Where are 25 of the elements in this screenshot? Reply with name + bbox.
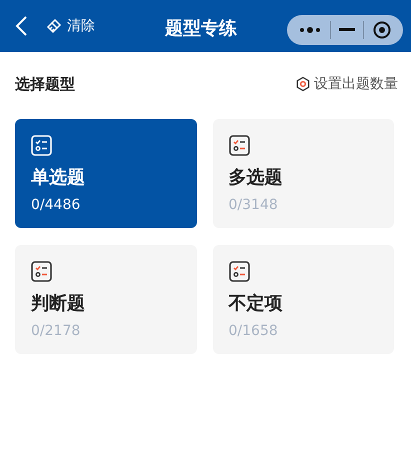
brush-icon — [46, 18, 62, 34]
settings-link[interactable]: 设置出题数量 — [295, 74, 398, 95]
question-type-card[interactable]: 不定项 0/1658 — [212, 244, 394, 354]
progress-count: 0/2178 — [31, 322, 82, 340]
page-title: 题型专练 — [165, 17, 237, 41]
checklist-icon — [228, 134, 250, 156]
settings-icon — [295, 76, 311, 92]
question-type-name: 多选题 — [228, 166, 284, 190]
question-type-name: 判断题 — [31, 292, 86, 316]
checklist-icon — [31, 134, 52, 156]
question-type-card[interactable]: 单选题 0/4486 — [15, 118, 196, 228]
minimize-icon[interactable] — [338, 28, 355, 32]
back-icon[interactable] — [14, 15, 28, 37]
question-type-card[interactable]: 多选题 0/3148 — [212, 118, 394, 228]
clear-button[interactable]: 清除 — [46, 16, 95, 36]
section-title: 选择题型 — [15, 74, 75, 95]
more-icon[interactable] — [299, 26, 322, 34]
question-type-card[interactable]: 判断题 0/2178 — [15, 244, 196, 354]
question-type-name: 单选题 — [31, 166, 86, 190]
progress-count: 0/3148 — [228, 196, 279, 214]
question-type-name: 不定项 — [228, 292, 284, 316]
checklist-icon — [228, 260, 250, 282]
progress-count: 0/4486 — [31, 196, 82, 214]
progress-count: 0/1658 — [228, 322, 279, 340]
checklist-icon — [31, 260, 52, 282]
